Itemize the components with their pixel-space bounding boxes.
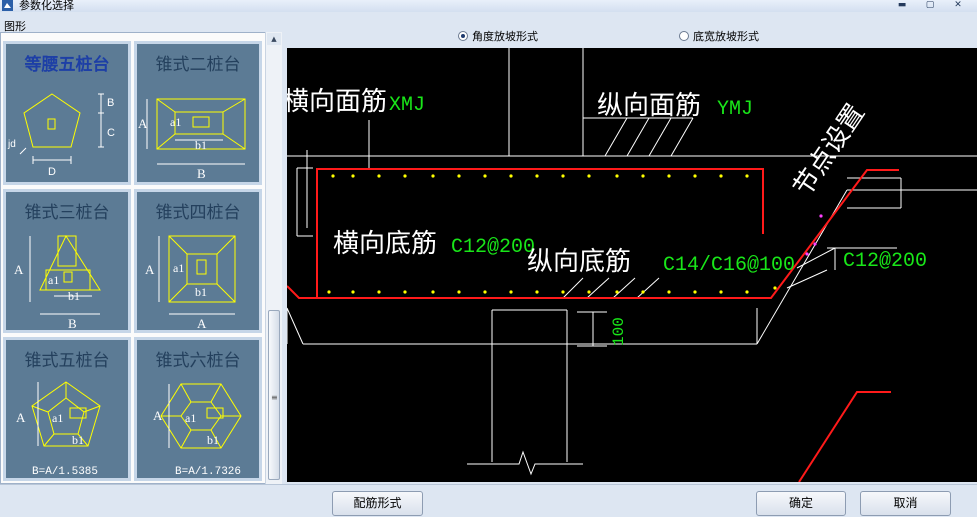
code-slope: C12@200: [843, 250, 927, 273]
label-d: D: [48, 166, 56, 178]
radio-angle-label: 角度放坡形式: [472, 30, 538, 43]
label-heng-mian: 横向面筋: [287, 87, 387, 117]
label-b: B: [68, 316, 77, 330]
bottom-button-bar: 配筋形式 确定 取消: [0, 484, 977, 517]
slope-mode-bar: 角度放坡形式 底宽放坡形式: [286, 23, 977, 47]
label-a: A: [16, 410, 26, 425]
label-a1: a1: [48, 273, 59, 287]
label-b1: b1: [207, 433, 219, 447]
scroll-up-icon[interactable]: ▲: [267, 33, 281, 45]
label-a-vertical: A: [145, 262, 155, 277]
grip-icon: ≡: [271, 393, 278, 402]
pile-cap-section-drawing: 横向面筋 XMJ 纵向面筋 YMJ 节点设置 横向底筋 C12@200 纵向底筋…: [287, 48, 977, 482]
shape-list-panel: 等腰五桩台 B C jd D 锥式二桩台 A a1 b1 B 锥式三桩台 A a…: [0, 32, 266, 484]
ok-button[interactable]: 确定: [756, 491, 846, 516]
label-b1: b1: [195, 138, 207, 152]
label-b1: b1: [72, 433, 84, 447]
cone-four-pile-diagram: A a1 b1 A: [145, 235, 236, 330]
title-bar: 参数化选择 ▬ ▢ ✕: [0, 0, 977, 12]
card-cone-four-pile[interactable]: 锥式四桩台 A a1 b1 A: [134, 189, 262, 333]
label-b1: b1: [68, 289, 80, 303]
radio-unselected-icon[interactable]: [679, 31, 689, 41]
label-zong-mian: 纵向面筋: [597, 91, 701, 121]
radio-selected-icon[interactable]: [458, 31, 468, 41]
code-zong-di: C14/C16@100: [663, 254, 795, 277]
top-rebar-dots: [331, 174, 749, 178]
label-b1: b1: [195, 285, 207, 299]
radio-width-slope[interactable]: 底宽放坡形式: [679, 28, 759, 44]
rebar-form-button[interactable]: 配筋形式: [332, 491, 423, 516]
bottom-rebar-dots: [327, 286, 777, 294]
cone-six-pile-diagram: A a1 b1 B=A/1.7326: [153, 383, 242, 478]
label-b: B: [107, 97, 114, 109]
scroll-thumb[interactable]: ≡: [268, 310, 280, 480]
label-a1: a1: [52, 411, 63, 425]
label-a1: a1: [185, 411, 196, 425]
cone-two-pile-diagram: A a1 b1 B: [138, 98, 246, 181]
cone-five-pile-diagram: A a1 b1 B=A/1.5385: [16, 381, 101, 478]
label-b-formula: B=A/1.5385: [32, 466, 98, 478]
code-heng-mian: XMJ: [389, 94, 425, 117]
label-zong-di: 纵向底筋: [527, 247, 631, 277]
label-b-formula: B=A/1.7326: [175, 466, 241, 478]
label-jiedian: 节点设置: [788, 99, 871, 202]
card-cone-two-pile[interactable]: 锥式二桩台 A a1 b1 B: [134, 41, 262, 185]
dim-100: 100: [610, 317, 628, 346]
card-cone-five-pile[interactable]: 锥式五桩台 A a1 b1 B=A/1.5385: [3, 337, 131, 481]
close-button[interactable]: ✕: [946, 0, 970, 11]
rebar-drawing-canvas[interactable]: 横向面筋 XMJ 纵向面筋 YMJ 节点设置 横向底筋 C12@200 纵向底筋…: [287, 48, 977, 482]
window-title: 参数化选择: [19, 0, 74, 12]
label-a: A: [14, 262, 24, 277]
label-a-horizontal: A: [197, 316, 207, 330]
label-jd: jd: [7, 139, 16, 150]
shape-list-scrollbar[interactable]: ▲ ≡: [265, 32, 282, 484]
card-isosceles-five-pile[interactable]: 等腰五桩台 B C jd D: [3, 41, 131, 185]
label-a1: a1: [170, 115, 181, 129]
code-zong-mian: YMJ: [717, 98, 753, 121]
cancel-button[interactable]: 取消: [860, 491, 951, 516]
minimize-button[interactable]: ▬: [890, 0, 914, 11]
label-b: B: [197, 166, 206, 181]
isosceles-five-pile-diagram: B C jd D: [7, 93, 115, 178]
label-heng-di: 横向底筋: [333, 229, 437, 259]
maximize-button[interactable]: ▢: [918, 0, 942, 11]
radio-width-label: 底宽放坡形式: [693, 30, 759, 43]
radio-angle-slope[interactable]: 角度放坡形式: [458, 28, 538, 44]
label-a: A: [138, 116, 148, 131]
label-c: C: [107, 127, 115, 139]
label-a1: a1: [173, 261, 184, 275]
card-cone-three-pile[interactable]: 锥式三桩台 A a1 b1 B: [3, 189, 131, 333]
cone-three-pile-diagram: A a1 b1 B: [14, 234, 101, 330]
label-a: A: [153, 408, 163, 423]
code-heng-di: C12@200: [451, 236, 535, 259]
app-icon: [2, 0, 13, 11]
card-cone-six-pile[interactable]: 锥式六桩台 A a1 b1 B=A/1.7326: [134, 337, 262, 481]
